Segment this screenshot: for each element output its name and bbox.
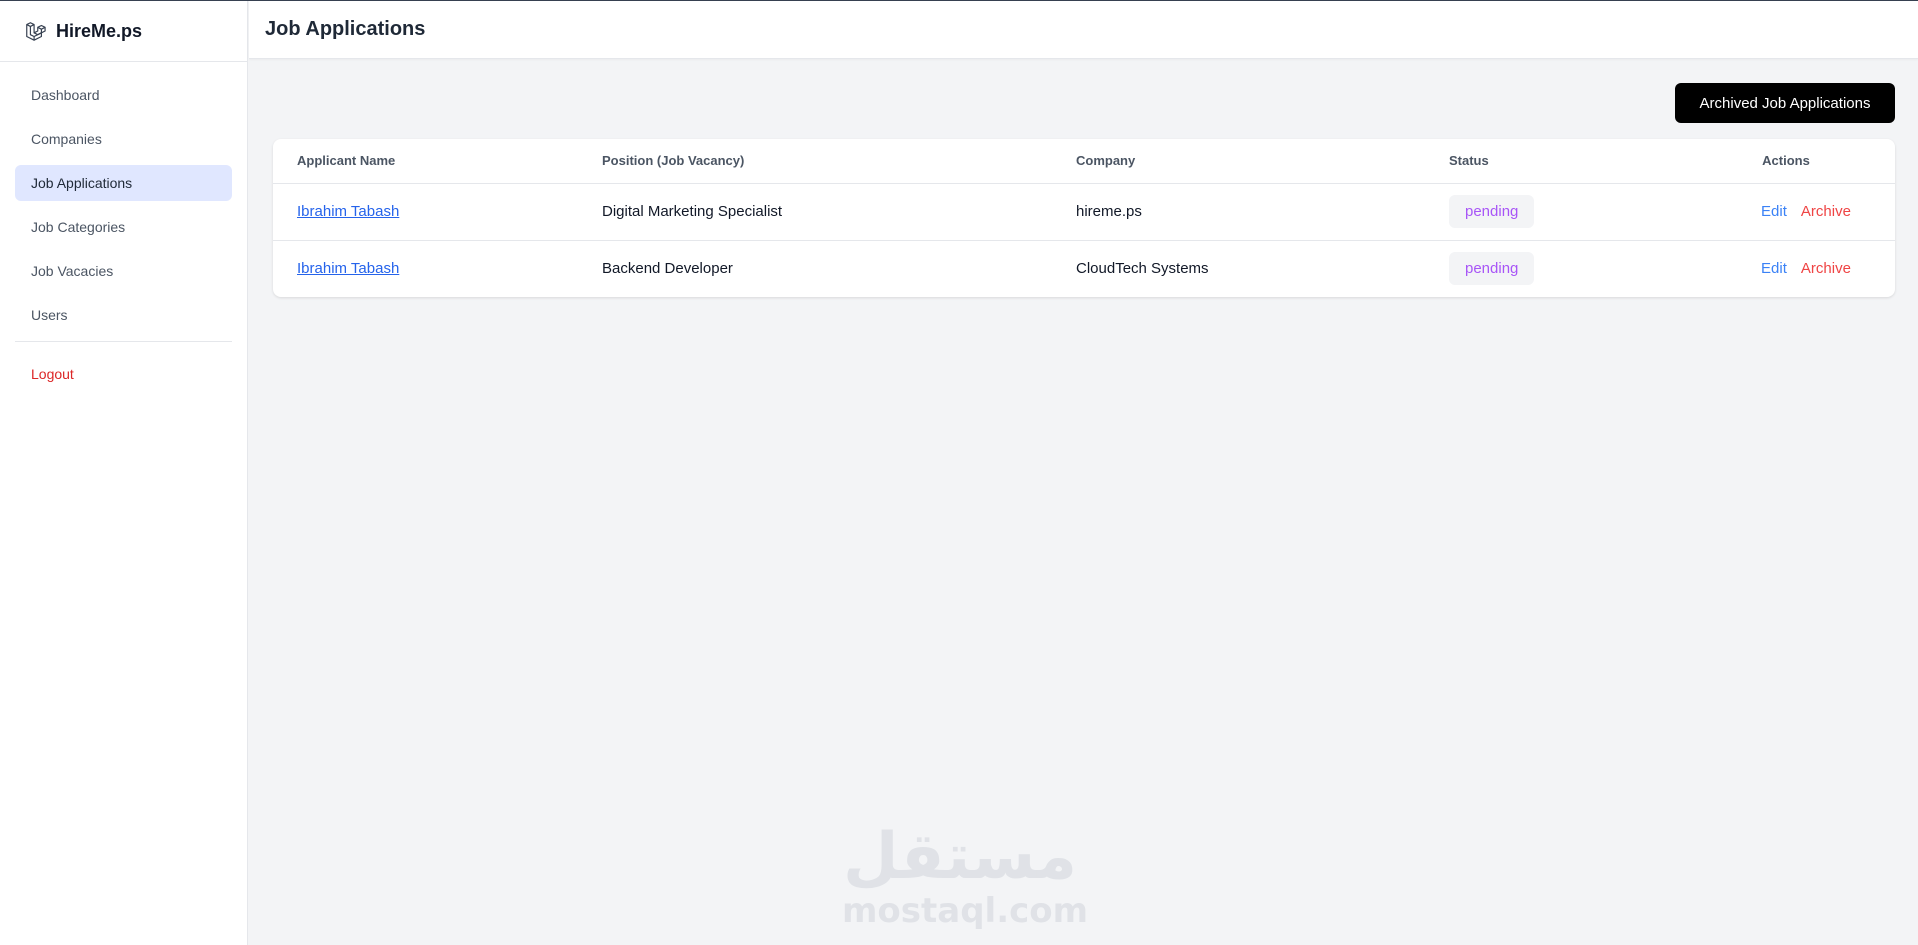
edit-button[interactable]: Edit bbox=[1761, 260, 1787, 277]
table-row: Ibrahim Tabash Digital Marketing Special… bbox=[273, 183, 1895, 241]
table-header-row: Applicant Name Position (Job Vacancy) Co… bbox=[273, 139, 1895, 184]
column-header-status: Status bbox=[1449, 139, 1677, 184]
status-badge: pending bbox=[1449, 252, 1535, 286]
sidebar-nav: Dashboard Companies Job Applications Job… bbox=[0, 62, 247, 392]
top-bar: Job Applications bbox=[249, 1, 1918, 59]
table-row: Ibrahim Tabash Backend Developer CloudTe… bbox=[273, 240, 1895, 297]
sidebar-item-job-applications[interactable]: Job Applications bbox=[15, 165, 232, 201]
company-cell: CloudTech Systems bbox=[1076, 260, 1209, 278]
watermark-latin: mostaql.com bbox=[842, 891, 1089, 931]
status-badge: pending bbox=[1449, 195, 1535, 228]
page-title: Job Applications bbox=[265, 18, 426, 40]
column-header-actions: Actions bbox=[1677, 139, 1895, 184]
applications-table: Applicant Name Position (Job Vacancy) Co… bbox=[273, 139, 1895, 297]
applicant-name-link[interactable]: Ibrahim Tabash bbox=[297, 203, 399, 220]
logout-button[interactable]: Logout bbox=[15, 356, 232, 392]
sidebar-item-companies[interactable]: Companies bbox=[15, 121, 232, 157]
app-name: HireMe.ps bbox=[56, 20, 143, 41]
watermark: مستقل mostaql.com bbox=[842, 820, 1089, 931]
column-header-company: Company bbox=[1076, 139, 1449, 184]
position-cell: Digital Marketing Specialist bbox=[602, 183, 1076, 241]
sidebar-item-job-vacancies[interactable]: Job Vacacies bbox=[15, 253, 232, 289]
position-cell: Backend Developer bbox=[602, 260, 733, 278]
edit-button[interactable]: Edit bbox=[1761, 203, 1787, 220]
sidebar-item-users[interactable]: Users bbox=[15, 297, 232, 333]
sidebar: HireMe.ps Dashboard Companies Job Applic… bbox=[0, 1, 248, 945]
archived-job-applications-button[interactable]: Archived Job Applications bbox=[1675, 83, 1895, 123]
column-header-applicant: Applicant Name bbox=[273, 139, 602, 184]
column-header-position: Position (Job Vacancy) bbox=[602, 139, 1076, 184]
archive-button[interactable]: Archive bbox=[1801, 260, 1851, 277]
nav-divider bbox=[15, 341, 232, 342]
applicant-name-link[interactable]: Ibrahim Tabash bbox=[297, 260, 399, 277]
applications-table-card: Applicant Name Position (Job Vacancy) Co… bbox=[273, 139, 1895, 297]
laravel-logo-icon bbox=[26, 22, 46, 41]
watermark-arabic: مستقل bbox=[842, 820, 1078, 894]
sidebar-item-job-categories[interactable]: Job Categories bbox=[15, 209, 232, 245]
archive-button[interactable]: Archive bbox=[1801, 203, 1851, 220]
sidebar-item-dashboard[interactable]: Dashboard bbox=[15, 77, 232, 113]
company-cell: hireme.ps bbox=[1076, 183, 1449, 241]
brand[interactable]: HireMe.ps bbox=[0, 1, 247, 62]
